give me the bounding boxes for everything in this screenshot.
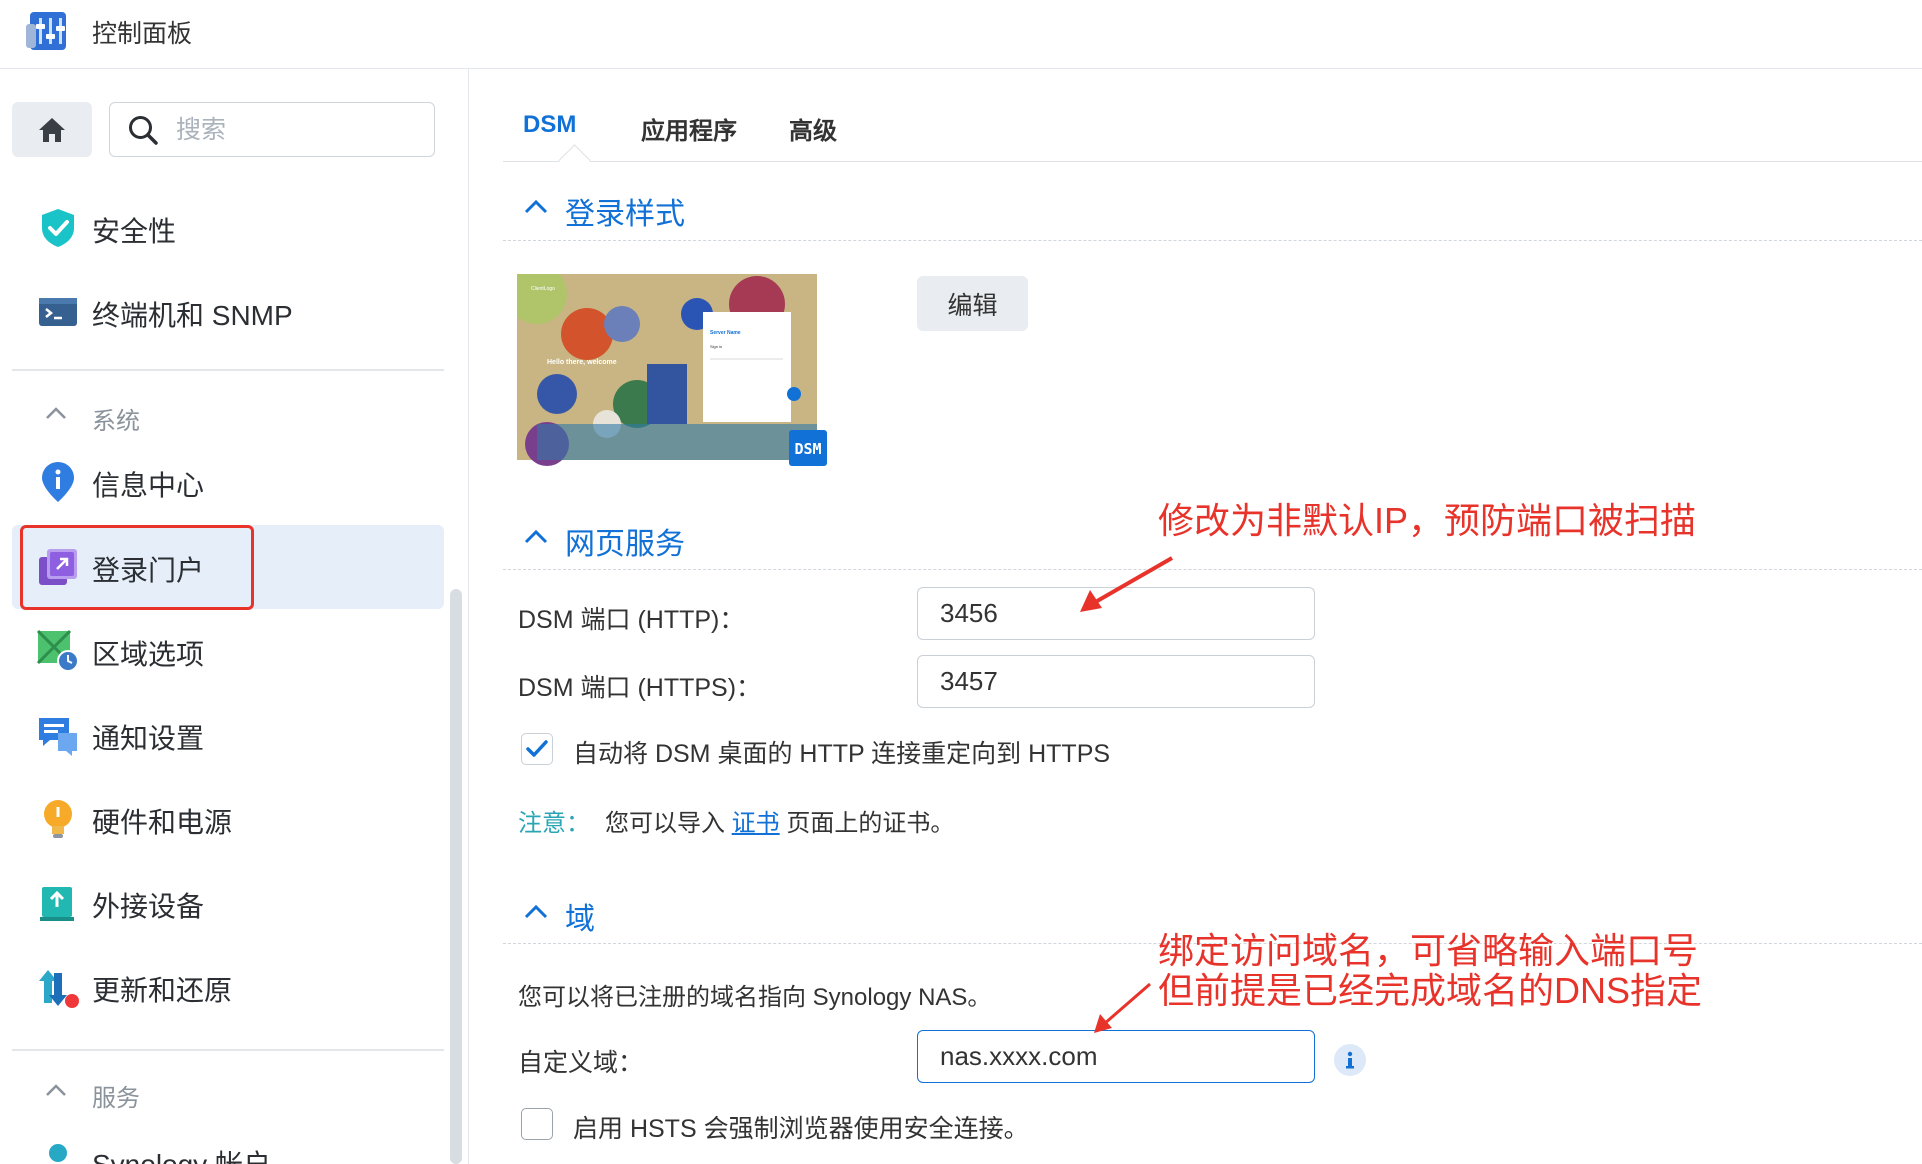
sidebar-item-security[interactable]: 安全性: [12, 186, 444, 270]
certificate-link[interactable]: 证书: [732, 810, 780, 837]
sidebar-item-terminal-snmp[interactable]: 终端机和 SNMP: [12, 270, 444, 354]
checkmark-icon: [526, 740, 548, 757]
sidebar-item-region-options[interactable]: 区域选项: [12, 609, 444, 693]
title-bar: 控制面板: [0, 0, 1922, 69]
edit-button[interactable]: 编辑: [917, 276, 1028, 331]
hsts-label: 启用 HSTS 会强制浏览器使用安全连接。: [573, 1115, 1029, 1143]
sidebar-item-external-devices[interactable]: 外接设备: [12, 861, 444, 945]
custom-domain-label: 自定义域：: [518, 1049, 644, 1077]
https-port-label: DSM 端口 (HTTPS)：: [518, 674, 762, 702]
chevron-up-icon: [46, 1084, 66, 1096]
redirect-https-checkbox[interactable]: [521, 733, 553, 765]
sidebar-item-label: 硬件和电源: [92, 807, 233, 838]
terminal-icon: [36, 290, 80, 334]
preview-logo-text: ClientLogo: [531, 286, 555, 292]
sidebar-item-update-restore[interactable]: 更新和还原: [12, 945, 444, 1029]
sidebar-divider: [12, 1049, 444, 1051]
section-title: 网页服务: [565, 528, 685, 561]
custom-domain-input[interactable]: [917, 1030, 1315, 1083]
annotation-port-note: 修改为非默认IP，预防端口被扫描: [1158, 500, 1697, 541]
note-text-after: 页面上的证书。: [786, 810, 955, 837]
sidebar-item-hardware-power[interactable]: 硬件和电源: [12, 777, 444, 861]
annotation-domain-note-line2: 但前提是已经完成域名的DNS指定: [1158, 970, 1703, 1011]
section-title: 域: [565, 903, 595, 936]
sidebar-item-label: 通知设置: [92, 723, 205, 754]
annotation-highlight-box: [20, 525, 254, 610]
redirect-https-label: 自动将 DSM 桌面的 HTTP 连接重定向到 HTTPS: [573, 740, 1111, 768]
preview-server-name: Server Name: [710, 330, 741, 336]
window-title: 控制面板: [92, 20, 193, 48]
note-text-before: 您可以导入: [605, 810, 725, 837]
sidebar-item-synology-account[interactable]: Synology 帐户: [12, 1119, 444, 1164]
group-label: 系统: [92, 408, 140, 435]
section-divider: [503, 240, 1922, 241]
external-device-icon: [36, 881, 80, 925]
bulb-icon: [36, 797, 80, 841]
preview-dsm-badge: DSM: [794, 440, 821, 458]
shield-check-icon: [36, 206, 80, 250]
section-title: 登录样式: [565, 198, 685, 231]
chevron-up-icon: [524, 904, 548, 919]
http-port-label: DSM 端口 (HTTP)：: [518, 606, 745, 634]
tab-bar: DSM 应用程序 高级: [503, 69, 1922, 177]
section-divider: [503, 569, 1922, 570]
sidebar-item-label: 信息中心: [92, 470, 205, 501]
note-text: 您可以导入 证书 页面上的证书。: [605, 803, 954, 838]
sidebar-divider: [12, 369, 444, 371]
hsts-checkbox[interactable]: [521, 1108, 553, 1140]
chevron-up-icon: [524, 199, 548, 214]
preview-sign-in: Sign in: [710, 344, 722, 349]
tab-dsm[interactable]: DSM: [523, 111, 576, 139]
control-panel-icon: [24, 10, 72, 52]
sidebar-item-label: 更新和还原: [92, 975, 233, 1006]
chevron-up-icon: [46, 407, 66, 419]
note-label: 注意：: [518, 810, 590, 837]
sidebar-item-label: Synology 帐户: [92, 1143, 271, 1164]
info-icon[interactable]: [1333, 1043, 1367, 1077]
search-icon: [129, 116, 158, 145]
sidebar-item-label: 安全性: [92, 216, 177, 247]
info-pin-icon: [36, 460, 80, 504]
notification-icon: [36, 713, 80, 757]
domain-description: 您可以将已注册的域名指向 Synology NAS。: [518, 984, 992, 1011]
sidebar-item-label: 终端机和 SNMP: [92, 300, 293, 331]
login-style-preview[interactable]: ClientLogo Hello there, welcome Server N…: [507, 264, 827, 469]
sidebar: 安全性 终端机和 SNMP 系统 信息中心: [0, 69, 469, 1164]
user-icon: [36, 1139, 80, 1164]
sidebar-item-notification[interactable]: 通知设置: [12, 693, 444, 777]
annotation-domain-note-line1: 绑定访问域名，可省略输入端口号: [1158, 930, 1699, 971]
search-box[interactable]: [109, 102, 435, 157]
home-button[interactable]: [12, 102, 92, 157]
https-port-input[interactable]: [917, 655, 1315, 708]
http-port-input[interactable]: [917, 587, 1315, 640]
sidebar-scrollbar[interactable]: [450, 589, 462, 1164]
chevron-up-icon: [524, 529, 548, 544]
sidebar-item-label: 区域选项: [92, 639, 205, 670]
tab-indicator: [558, 144, 591, 177]
sidebar-item-label: 外接设备: [92, 891, 205, 922]
tab-applications[interactable]: 应用程序: [641, 111, 737, 146]
preview-welcome-text: Hello there, welcome: [547, 359, 617, 366]
region-clock-icon: [36, 629, 80, 673]
home-icon: [39, 117, 65, 142]
tab-advanced[interactable]: 高级: [789, 111, 837, 146]
update-restore-icon: [36, 965, 80, 1009]
sidebar-item-info-center[interactable]: 信息中心: [12, 440, 444, 524]
group-label: 服务: [92, 1085, 140, 1112]
search-input[interactable]: [174, 111, 418, 149]
